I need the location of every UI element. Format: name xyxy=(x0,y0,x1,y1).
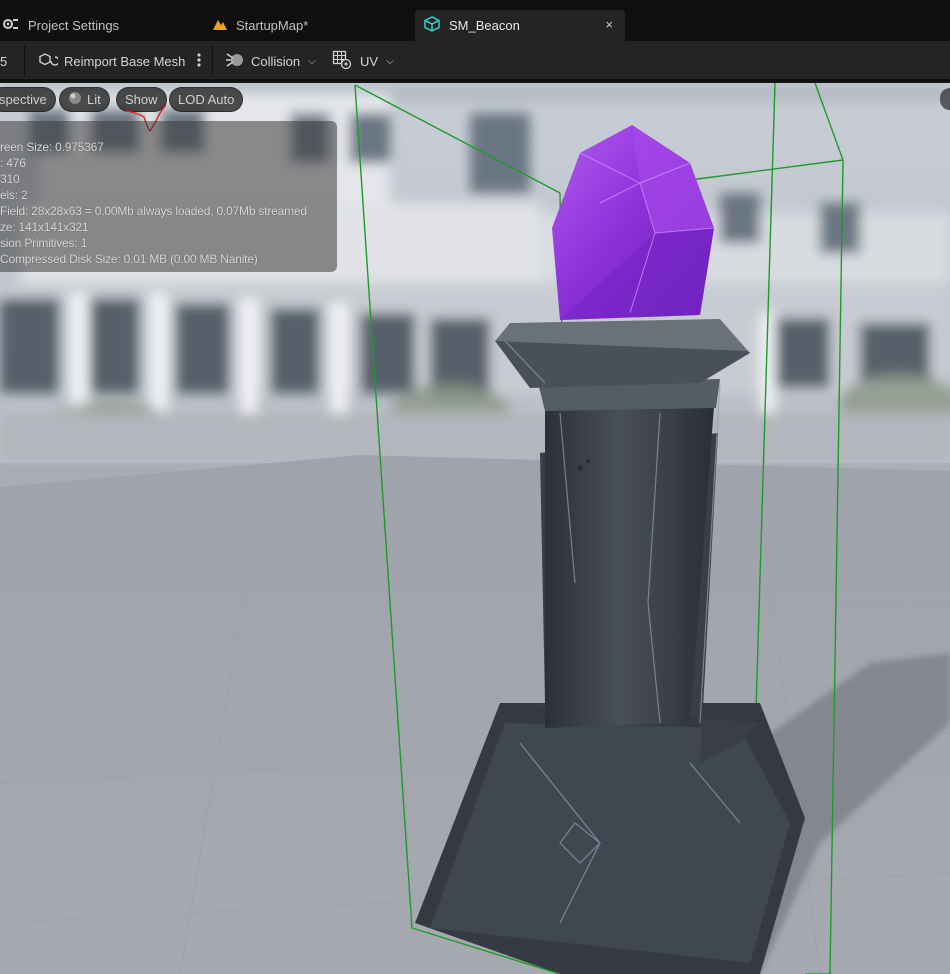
mesh-viewport[interactable]: spective Lit Show LOD Auto reen Size: 0.… xyxy=(0,83,950,974)
chevron-down-icon: ⌵ xyxy=(308,55,316,67)
toolbar-divider xyxy=(24,45,25,77)
stat-screen-size: reen Size: 0.975367 xyxy=(0,140,104,154)
stat-approx-size: ze: 141x141x321 xyxy=(0,220,89,234)
lod-label: LOD Auto xyxy=(178,92,235,107)
map-icon xyxy=(212,17,228,34)
collision-label: Collision xyxy=(251,53,301,69)
reimport-label: Reimport Base Mesh xyxy=(64,53,186,69)
toolbar: 5 Reimport Base Mesh Collision ⌵ UV ⌵ xyxy=(0,41,950,81)
tab-startup-map[interactable]: StartupMap* xyxy=(204,10,316,41)
toolbar-fragment: 5 xyxy=(0,41,7,81)
toolbar-divider xyxy=(212,45,213,77)
uv-dropdown[interactable]: UV ⌵ xyxy=(332,41,394,81)
mesh-stats-overlay: reen Size: 0.975367 : 476 310 els: 2 Fie… xyxy=(0,121,337,272)
stat-collision-primitives: sion Primitives: 1 xyxy=(0,236,88,250)
tab-label: SM_Beacon xyxy=(449,18,520,33)
stat-uv-channels: els: 2 xyxy=(0,188,28,202)
tab-sm-beacon[interactable]: SM_Beacon × xyxy=(415,10,625,41)
more-options-button[interactable] xyxy=(193,41,205,81)
settings-icon xyxy=(2,16,20,35)
stat-vertices: 310 xyxy=(0,172,20,186)
lit-label: Lit xyxy=(87,92,101,107)
stat-disk-size: Compressed Disk Size: 0.01 MB (0.00 MB N… xyxy=(0,252,258,266)
stat-distance-field: Field: 28x28x63 = 0.00Mb always loaded, … xyxy=(0,204,307,218)
lod-button[interactable]: LOD Auto xyxy=(169,87,244,112)
tab-project-settings[interactable]: Project Settings xyxy=(0,10,127,41)
uv-label: UV xyxy=(360,53,379,69)
stat-triangles: : 476 xyxy=(0,156,26,170)
tab-bar: Project Settings StartupMap* SM_Beacon × xyxy=(0,0,950,41)
uv-grid-icon xyxy=(332,50,354,73)
reimport-icon xyxy=(38,52,60,71)
tab-label: StartupMap* xyxy=(236,18,309,33)
toolbar-fragment-text: 5 xyxy=(0,53,8,69)
kebab-menu-icon xyxy=(197,52,201,71)
lit-sphere-icon xyxy=(68,91,82,108)
chevron-down-icon: ⌵ xyxy=(386,55,394,67)
tab-label: Project Settings xyxy=(28,18,120,33)
static-mesh-icon xyxy=(423,16,441,35)
perspective-label: spective xyxy=(0,92,47,107)
reimport-base-mesh-button[interactable]: Reimport Base Mesh xyxy=(38,41,185,81)
collision-icon xyxy=(225,51,245,72)
lit-mode-button[interactable]: Lit xyxy=(59,87,110,112)
close-icon[interactable]: × xyxy=(605,17,613,32)
collision-dropdown[interactable]: Collision ⌵ xyxy=(225,41,316,81)
perspective-button[interactable]: spective xyxy=(0,87,56,112)
